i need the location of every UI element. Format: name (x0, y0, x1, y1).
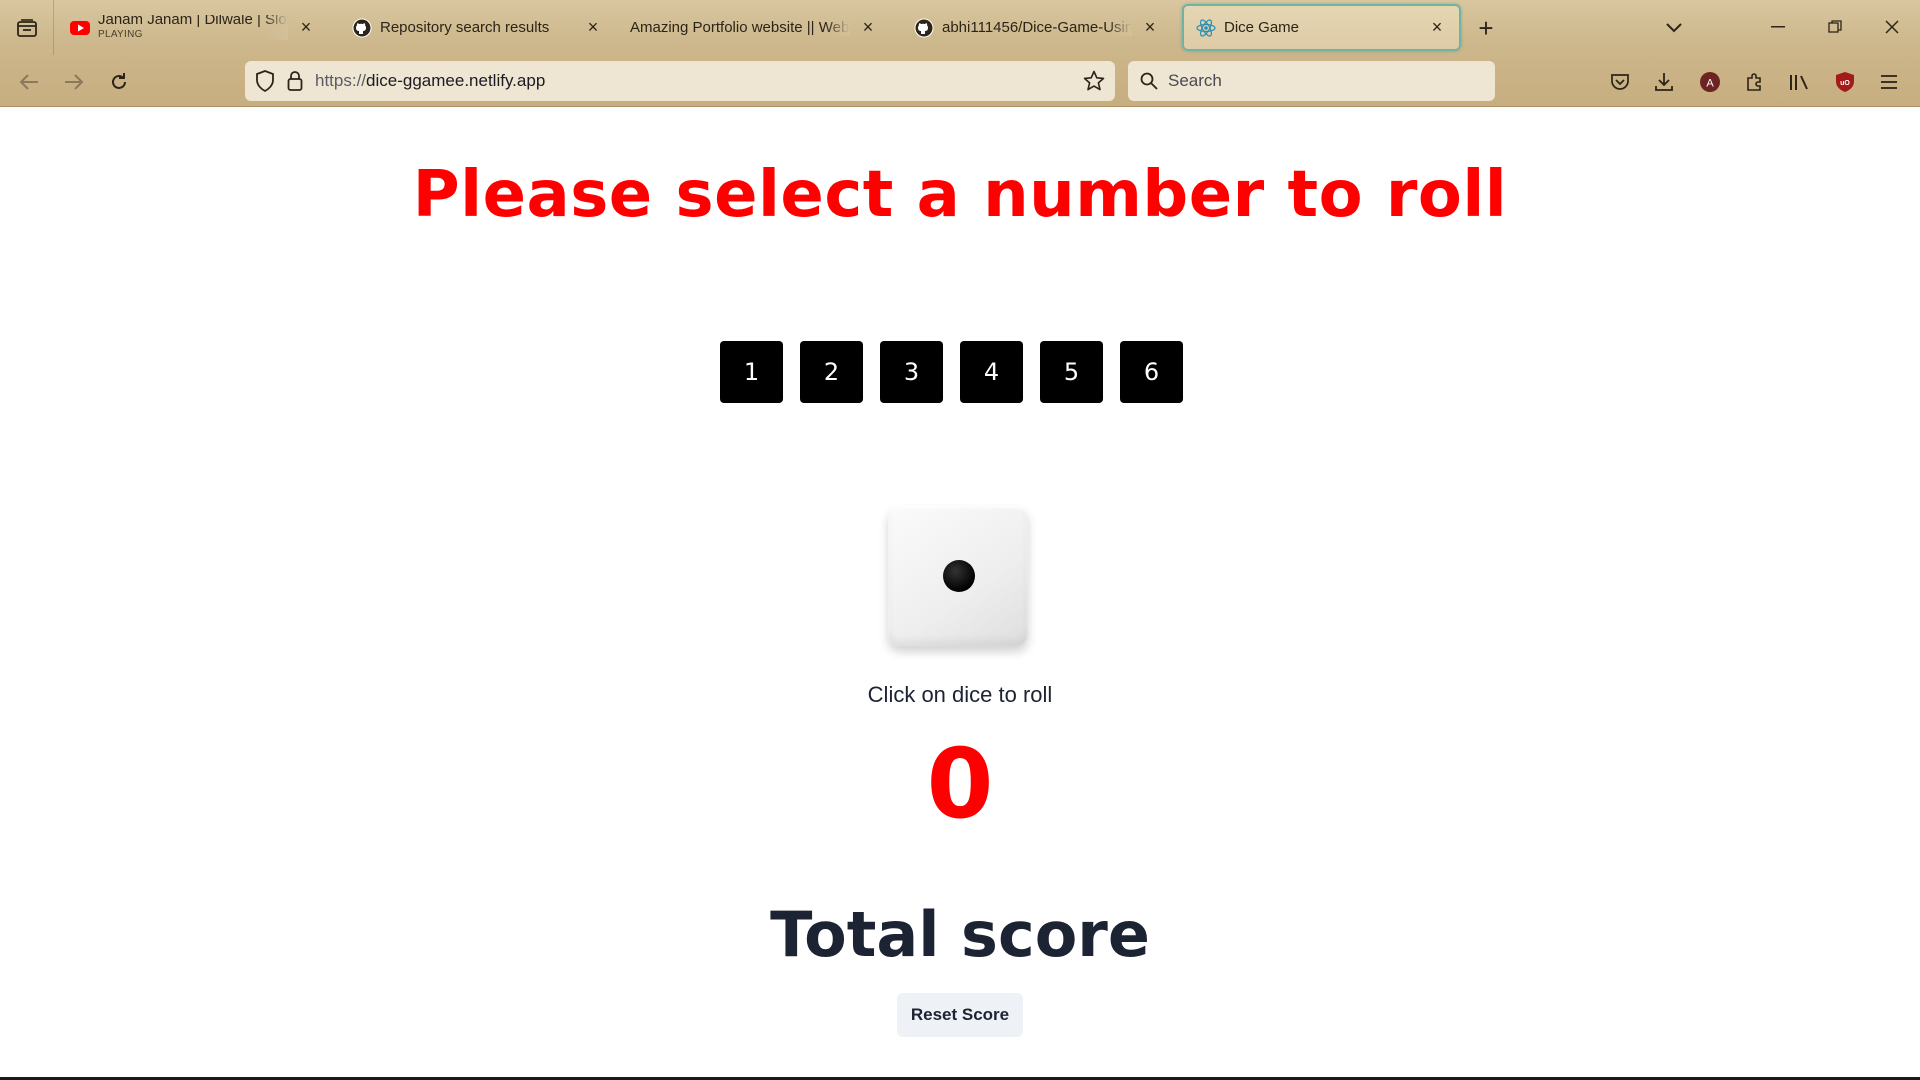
puzzle-piece-icon (1747, 73, 1761, 91)
download-icon (1655, 73, 1673, 91)
lock-icon[interactable] (287, 71, 303, 91)
ublock-origin-icon: uO (1836, 72, 1854, 92)
number-button-5[interactable]: 5 (1040, 341, 1103, 403)
tracking-protection-shield-icon[interactable] (255, 70, 275, 92)
dice-instruction: Click on dice to roll (867, 682, 1053, 707)
dice-face-one[interactable] (888, 506, 1028, 646)
forward-button[interactable] (57, 65, 91, 99)
number-selector: 1 2 3 4 5 6 (720, 341, 1200, 403)
svg-text:uO: uO (1840, 80, 1850, 87)
page-heading: Please select a number to roll (412, 158, 1508, 232)
close-tab-icon[interactable]: × (1140, 17, 1160, 38)
total-score-value: 0 (926, 728, 994, 840)
navigation-toolbar: https://dice-ggamee.netlify.app A uO (0, 57, 1920, 107)
close-window-button[interactable] (1872, 10, 1912, 44)
close-tab-icon[interactable]: × (858, 17, 878, 38)
account-avatar-icon: A (1700, 72, 1720, 92)
pocket-button[interactable] (1603, 65, 1637, 99)
restore-button[interactable] (1815, 10, 1855, 44)
search-icon (1140, 72, 1158, 90)
dice[interactable] (868, 496, 1048, 656)
tab-strip: Janam Janam | Dilwale | Slowed PLAYING ×… (0, 0, 1920, 55)
minimize-button[interactable] (1758, 10, 1798, 44)
downloads-button[interactable] (1647, 65, 1681, 99)
extensions-button[interactable] (1738, 65, 1772, 99)
github-icon (914, 18, 934, 38)
reload-button[interactable] (102, 65, 136, 99)
number-button-3[interactable]: 3 (880, 341, 943, 403)
search-input[interactable] (1168, 71, 1468, 91)
plus-icon: + (1478, 12, 1494, 43)
tab-youtube[interactable]: Janam Janam | Dilwale | Slowed PLAYING × (58, 4, 328, 51)
account-button[interactable]: A (1693, 65, 1727, 99)
svg-text:A: A (1706, 78, 1714, 90)
restore-icon (1828, 20, 1842, 33)
list-all-tabs-button[interactable] (1660, 14, 1688, 42)
number-button-1[interactable]: 1 (720, 341, 783, 403)
tab-title: Repository search results (380, 19, 550, 36)
github-icon (352, 18, 372, 38)
bookmark-star-icon[interactable] (1083, 70, 1105, 92)
library-button[interactable] (1782, 65, 1816, 99)
number-button-4[interactable]: 4 (960, 341, 1023, 403)
app-menu-button[interactable] (1872, 65, 1906, 99)
dice-pip (943, 560, 975, 592)
url-protocol: https:// (315, 71, 367, 90)
tab-dice-game[interactable]: Dice Game × (1182, 4, 1461, 51)
forward-arrow-icon (65, 74, 84, 90)
tab-title: Dice Game (1224, 19, 1300, 36)
reload-icon (112, 73, 126, 89)
url-host: dice-ggamee.netlify.app (366, 71, 546, 90)
search-bar[interactable] (1128, 61, 1495, 101)
youtube-icon (70, 18, 90, 38)
page-content: Please select a number to roll 1 2 3 4 5… (0, 108, 1920, 1078)
ublock-origin-button[interactable]: uO (1828, 65, 1862, 99)
tab-title: abhi111456/Dice-Game-Using- (942, 19, 1132, 36)
browser-chrome: Janam Janam | Dilwale | Slowed PLAYING ×… (0, 0, 1920, 107)
chevron-down-icon (1666, 23, 1682, 33)
pocket-icon (1611, 74, 1629, 90)
tab-title: Amazing Portfolio website || Web A (630, 19, 850, 36)
address-bar[interactable]: https://dice-ggamee.netlify.app (245, 61, 1115, 101)
reset-score-button[interactable]: Reset Score (897, 993, 1023, 1037)
back-button[interactable] (12, 65, 46, 99)
new-tab-button[interactable]: + (1470, 12, 1502, 44)
close-tab-icon[interactable]: × (1427, 17, 1447, 38)
firefox-view-button[interactable] (0, 0, 54, 55)
tab-title: Janam Janam | Dilwale | Slowed (98, 15, 288, 28)
hamburger-menu-icon (1881, 75, 1897, 89)
url-text[interactable]: https://dice-ggamee.netlify.app (315, 71, 1083, 91)
close-tab-icon[interactable]: × (583, 17, 603, 38)
tab-repository-search[interactable]: Repository search results × (340, 4, 615, 51)
total-score-label: Total score (770, 898, 1150, 971)
number-button-6[interactable]: 6 (1120, 341, 1183, 403)
playing-label: PLAYING (98, 29, 143, 40)
number-button-2[interactable]: 2 (800, 341, 863, 403)
library-icon (1790, 75, 1808, 90)
firefox-view-icon (16, 18, 37, 37)
close-tab-icon[interactable]: × (296, 17, 316, 38)
close-icon (1885, 20, 1899, 34)
tab-dice-game-repo[interactable]: abhi111456/Dice-Game-Using- × (902, 4, 1172, 51)
back-arrow-icon (19, 74, 38, 90)
tab-portfolio[interactable]: Amazing Portfolio website || Web A × (618, 4, 890, 51)
minimize-icon (1771, 26, 1785, 28)
react-icon (1196, 18, 1216, 38)
